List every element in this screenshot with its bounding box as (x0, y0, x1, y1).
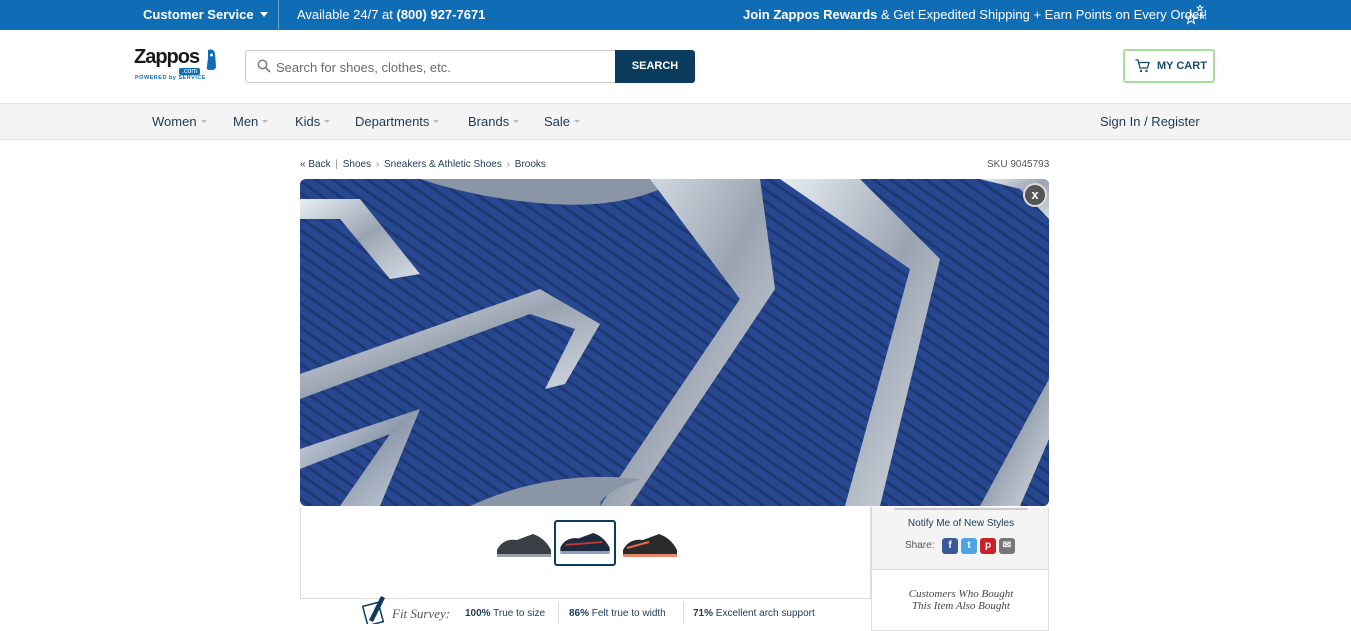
chevron-down-icon (513, 120, 520, 123)
fit-survey-label: Fit Survey: (392, 606, 451, 621)
search-icon (257, 59, 271, 73)
divider (894, 508, 1028, 510)
logo-dotcom: .com (179, 68, 201, 75)
notify-new-styles-link[interactable]: Notify Me of New Styles (872, 518, 1050, 529)
nav-item-departments[interactable]: Departments (355, 114, 440, 129)
breadcrumb-separator: › (375, 159, 380, 170)
fit-stat-text: Excellent arch support (713, 608, 815, 619)
rewards-promo[interactable]: Join Zappos Rewards & Get Expedited Ship… (743, 7, 1207, 22)
product-actions-box: Notify Me of New Styles Share: f t p ✉ (871, 507, 1049, 570)
nav-item-label: Kids (295, 114, 321, 129)
chevron-down-icon (433, 120, 440, 123)
cart-icon (1135, 59, 1150, 73)
nav-item-women[interactable]: Women (152, 114, 207, 129)
thumbnail-shoe-1[interactable] (493, 520, 555, 566)
rewards-promo-text: & Get Expedited Shipping + Earn Points o… (877, 7, 1208, 22)
chevron-down-icon (262, 120, 269, 123)
also-bought-panel: Customers Who Bought This Item Also Boug… (871, 571, 1049, 631)
thumbnail-shoe-2-selected[interactable] (554, 520, 616, 566)
fit-stat-percent: 71% (693, 608, 714, 619)
also-bought-line-2: This Item Also Bought (912, 600, 1010, 612)
customer-service-menu[interactable]: Customer Service (143, 7, 268, 22)
divider (558, 602, 559, 624)
thumbnail-shoe-3[interactable] (619, 520, 681, 566)
nav-item-men[interactable]: Men (233, 114, 269, 129)
breadcrumb-item-brooks[interactable]: Brooks (515, 159, 546, 170)
breadcrumb-back-link[interactable]: « Back (300, 159, 331, 170)
fit-stat-width: 86% Felt true to width (569, 608, 666, 619)
site-header: Zappos .com POWERED by SERVICE SEARCH MY… (0, 30, 1351, 103)
my-cart-button[interactable]: MY CART (1123, 49, 1215, 83)
nav-item-label: Men (233, 114, 259, 129)
chevron-down-icon (574, 120, 581, 123)
fit-stat-text: Felt true to width (589, 608, 666, 619)
chevron-down-icon (324, 120, 331, 123)
share-label: Share: (905, 540, 935, 551)
nav-item-label: Brands (468, 114, 510, 129)
stars-icon (1184, 4, 1206, 25)
breadcrumb-item-sneakers[interactable]: Sneakers & Athletic Shoes (384, 159, 502, 170)
fit-stat-percent: 86% (569, 608, 590, 619)
divider (278, 0, 279, 30)
also-bought-line-1: Customers Who Bought (908, 588, 1014, 600)
logo-tagline: POWERED by SERVICE (135, 75, 206, 81)
pencil-icon (361, 596, 385, 624)
availability-text: Available 24/7 at (800) 927-7671 (297, 7, 485, 22)
thumbnail-strip (300, 507, 871, 599)
nav-item-brands[interactable]: Brands (468, 114, 520, 129)
fit-stat-arch: 71% Excellent arch support (693, 608, 815, 619)
product-main-image[interactable] (300, 179, 1049, 506)
chevron-down-icon (200, 120, 207, 123)
availability-prefix: Available 24/7 at (297, 7, 397, 22)
nav-item-label: Departments (355, 114, 430, 129)
phone-number[interactable]: (800) 927-7671 (397, 7, 486, 22)
divider (683, 602, 684, 624)
breadcrumb-separator: › (506, 159, 510, 170)
close-image-button[interactable]: x (1023, 183, 1047, 207)
facebook-icon[interactable]: f (942, 538, 958, 554)
shoe-sole-image (300, 179, 1049, 506)
fit-stat-text: True to size (490, 608, 546, 619)
sku-label: SKU 9045793 (987, 159, 1050, 170)
nav-item-sale[interactable]: Sale (544, 114, 581, 129)
twitter-icon[interactable]: t (961, 538, 977, 554)
also-bought-title: Customers Who Bought This Item Also Boug… (872, 588, 1050, 612)
zappos-logo[interactable]: Zappos .com POWERED by SERVICE (134, 46, 224, 86)
breadcrumb-item-shoes[interactable]: Shoes (343, 159, 371, 170)
fit-survey: Fit Survey: 100% True to size 86% Felt t… (357, 594, 857, 624)
fit-stat-percent: 100% (465, 608, 491, 619)
sign-in-register-link[interactable]: Sign In / Register (1100, 114, 1200, 129)
main-nav: Women Men Kids Departments Brands Sale S… (0, 103, 1351, 140)
nav-item-label: Women (152, 114, 197, 129)
search-button[interactable]: SEARCH (615, 50, 695, 83)
rewards-join-link[interactable]: Join Zappos Rewards (743, 7, 877, 22)
fit-stat-true-to-size: 100% True to size (465, 608, 545, 619)
cart-label: MY CART (1157, 60, 1207, 72)
top-banner: Customer Service Available 24/7 at (800)… (0, 0, 1351, 30)
breadcrumb-separator: | (335, 159, 338, 170)
breadcrumb: « Back | Shoes › Sneakers & Athletic Sho… (300, 159, 546, 170)
customer-service-label: Customer Service (143, 7, 254, 22)
search-input[interactable] (276, 57, 606, 77)
nav-item-kids[interactable]: Kids (295, 114, 331, 129)
chevron-down-icon (259, 12, 268, 17)
email-icon[interactable]: ✉ (999, 538, 1015, 554)
pinterest-icon[interactable]: p (980, 538, 996, 554)
search-box (245, 50, 616, 83)
logo-shoe-icon (206, 49, 216, 70)
nav-item-label: Sale (544, 114, 571, 129)
